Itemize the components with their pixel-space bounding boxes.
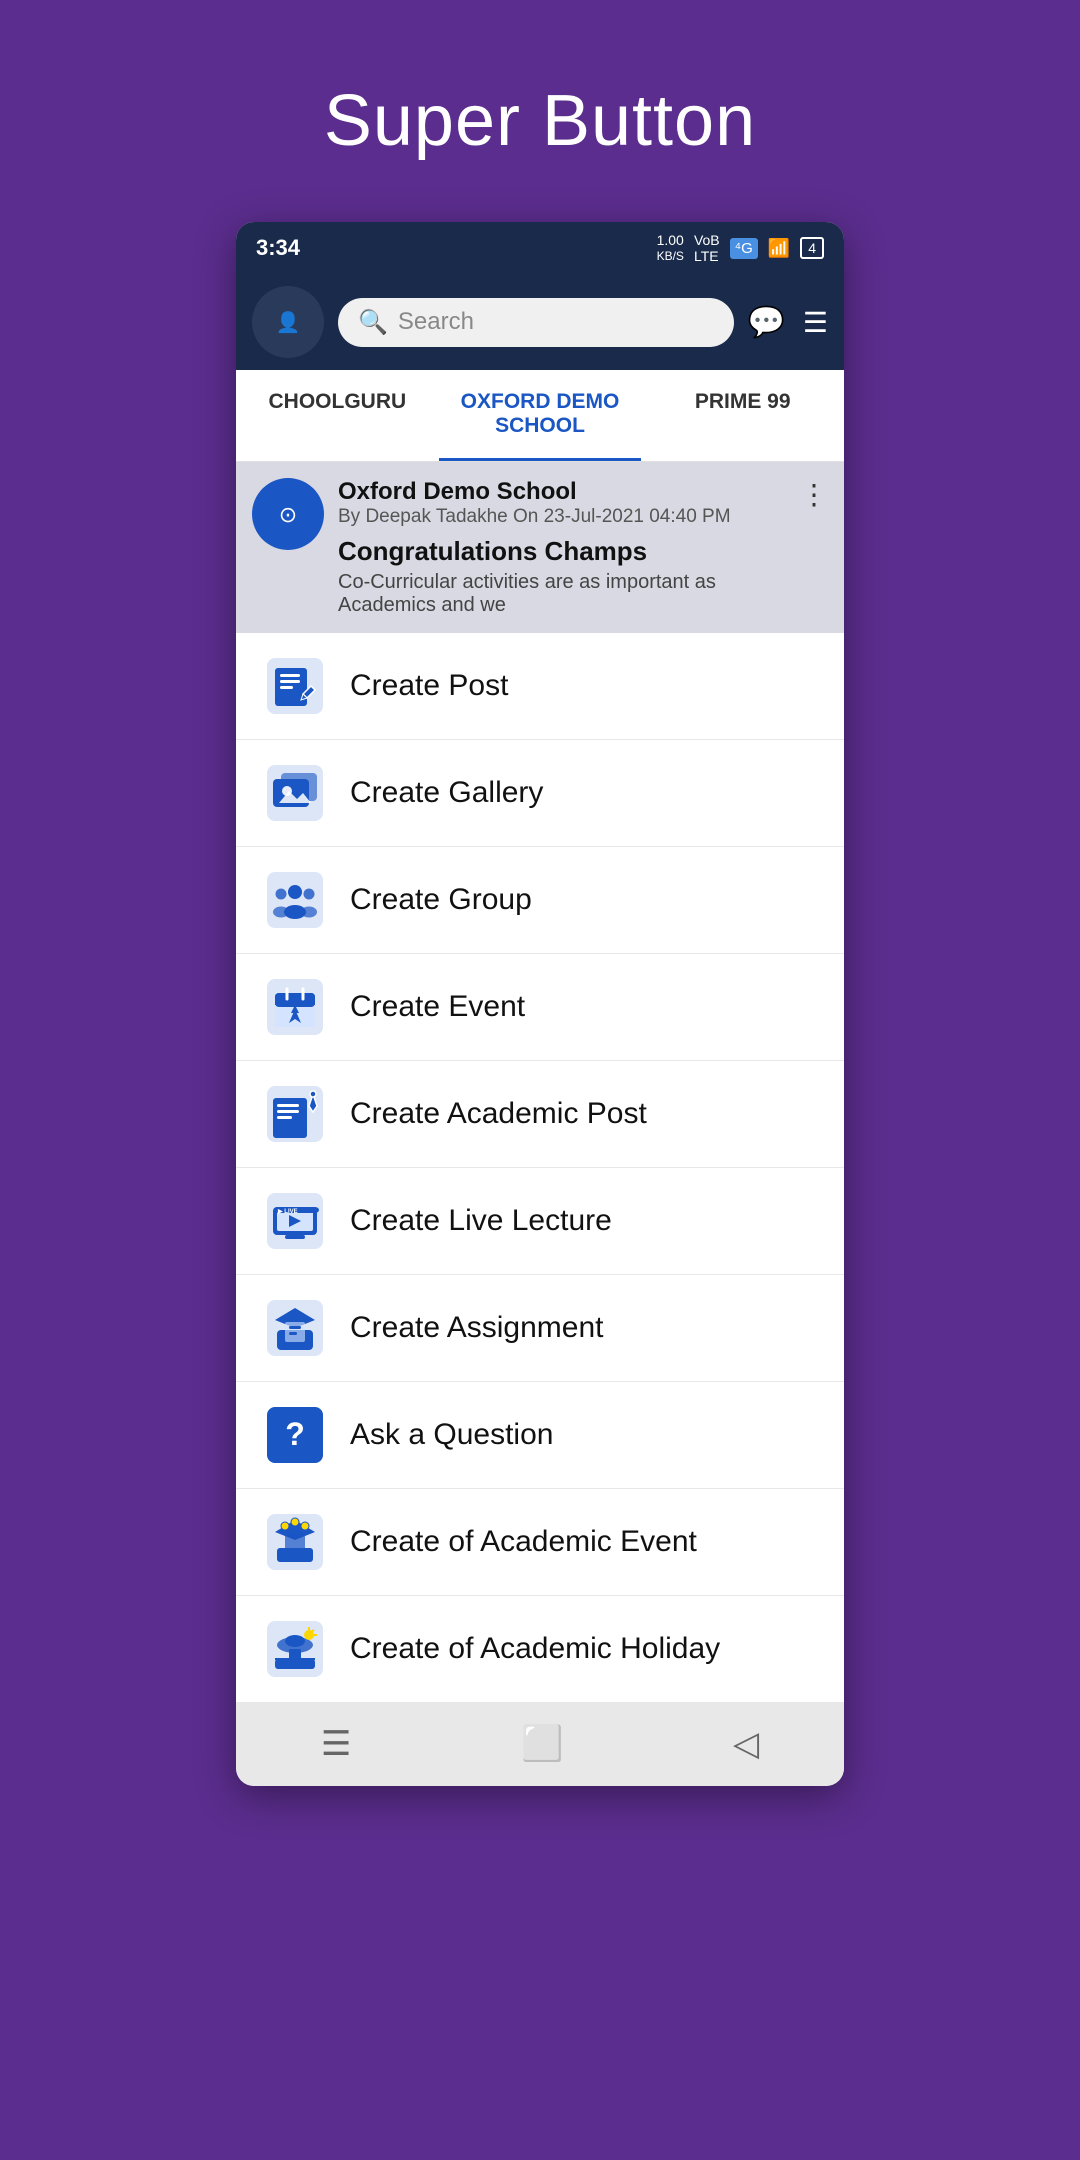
create-academic-event-icon xyxy=(264,1511,326,1573)
create-gallery-icon xyxy=(264,762,326,824)
feed-preview: ⊙ Oxford Demo School By Deepak Tadakhe O… xyxy=(236,462,844,633)
page-title: Super Button xyxy=(324,80,756,162)
nav-home-icon[interactable]: ⬜ xyxy=(521,1724,563,1764)
menu-item-ask-question[interactable]: ? Ask a Question xyxy=(236,1382,844,1489)
menu-item-create-post[interactable]: Create Post xyxy=(236,633,844,740)
feed-content: Oxford Demo School By Deepak Tadakhe On … xyxy=(338,478,786,617)
user-avatar[interactable]: 👤 xyxy=(252,286,324,358)
svg-text:▶ LIVE: ▶ LIVE xyxy=(277,1208,298,1215)
battery-icon: 4 xyxy=(800,237,824,259)
chat-icon[interactable]: 💬 xyxy=(748,305,785,340)
feed-meta: By Deepak Tadakhe On 23-Jul-2021 04:40 P… xyxy=(338,506,786,528)
menu-item-create-academic-post[interactable]: Create Academic Post xyxy=(236,1061,844,1168)
svg-text:⊙: ⊙ xyxy=(279,502,297,527)
feed-school-name: Oxford Demo School xyxy=(338,478,786,506)
menu-item-create-group[interactable]: Create Group xyxy=(236,847,844,954)
status-4g: ⁴G xyxy=(730,238,758,259)
create-academic-holiday-icon xyxy=(264,1618,326,1680)
search-bar[interactable]: 🔍 Search xyxy=(338,298,734,347)
create-academic-post-label: Create Academic Post xyxy=(350,1097,647,1131)
create-academic-holiday-label: Create of Academic Holiday xyxy=(350,1632,720,1666)
app-header: 👤 🔍 Search 💬 ☰ xyxy=(236,274,844,370)
bottom-nav: ☰ ⬜ ◁ xyxy=(236,1702,844,1786)
ask-question-label: Ask a Question xyxy=(350,1418,553,1452)
create-academic-post-icon xyxy=(264,1083,326,1145)
menu-item-create-assignment[interactable]: Create Assignment xyxy=(236,1275,844,1382)
menu-list: Create Post Create Gallery xyxy=(236,633,844,1702)
create-post-label: Create Post xyxy=(350,669,508,703)
create-live-lecture-icon: ▶ LIVE xyxy=(264,1190,326,1252)
feed-post-title: Congratulations Champs xyxy=(338,536,786,567)
ask-question-icon: ? xyxy=(264,1404,326,1466)
feed-post-body: Co-Curricular activities are as importan… xyxy=(338,571,786,617)
create-assignment-icon xyxy=(264,1297,326,1359)
create-group-icon xyxy=(264,869,326,931)
signal-icon: 📶 xyxy=(768,238,790,259)
menu-item-create-event[interactable]: Create Event xyxy=(236,954,844,1061)
search-icon: 🔍 xyxy=(358,308,388,337)
svg-text:?: ? xyxy=(285,1416,305,1452)
menu-item-create-live-lecture[interactable]: ▶ LIVE Create Live Lecture xyxy=(236,1168,844,1275)
menu-item-create-gallery[interactable]: Create Gallery xyxy=(236,740,844,847)
school-avatar: ⊙ xyxy=(252,478,324,550)
search-placeholder-text: Search xyxy=(398,308,474,336)
status-icons: 1.00 KB/S VoBLTE ⁴G 📶 4 xyxy=(657,232,824,264)
tabs-bar: CHOOLGURU OXFORD DEMO SCHOOL PRIME 99 xyxy=(236,370,844,462)
create-live-lecture-label: Create Live Lecture xyxy=(350,1204,612,1238)
status-volte: VoBLTE xyxy=(694,232,720,264)
status-bar: 3:34 1.00 KB/S VoBLTE ⁴G 📶 4 xyxy=(236,222,844,274)
create-gallery-label: Create Gallery xyxy=(350,776,543,810)
tab-choolguru[interactable]: CHOOLGURU xyxy=(236,370,439,461)
phone-frame: 3:34 1.00 KB/S VoBLTE ⁴G 📶 4 👤 🔍 Search … xyxy=(236,222,844,1786)
create-event-icon xyxy=(264,976,326,1038)
header-icons: 💬 ☰ xyxy=(748,305,828,340)
menu-icon[interactable]: ☰ xyxy=(803,306,828,339)
feed-more-icon[interactable]: ⋮ xyxy=(800,478,828,511)
nav-back-icon[interactable]: ◁ xyxy=(733,1724,759,1764)
svg-text:👤: 👤 xyxy=(276,310,301,334)
menu-item-create-academic-holiday[interactable]: Create of Academic Holiday xyxy=(236,1596,844,1702)
create-academic-event-label: Create of Academic Event xyxy=(350,1525,697,1559)
tab-prime99[interactable]: PRIME 99 xyxy=(641,370,844,461)
create-assignment-label: Create Assignment xyxy=(350,1311,603,1345)
status-time: 3:34 xyxy=(256,235,300,261)
create-group-label: Create Group xyxy=(350,883,532,917)
status-network: 1.00 KB/S xyxy=(657,232,684,263)
create-post-icon xyxy=(264,655,326,717)
menu-item-create-academic-event[interactable]: Create of Academic Event xyxy=(236,1489,844,1596)
nav-menu-icon[interactable]: ☰ xyxy=(321,1724,351,1764)
tab-oxford[interactable]: OXFORD DEMO SCHOOL xyxy=(439,370,642,461)
create-event-label: Create Event xyxy=(350,990,525,1024)
